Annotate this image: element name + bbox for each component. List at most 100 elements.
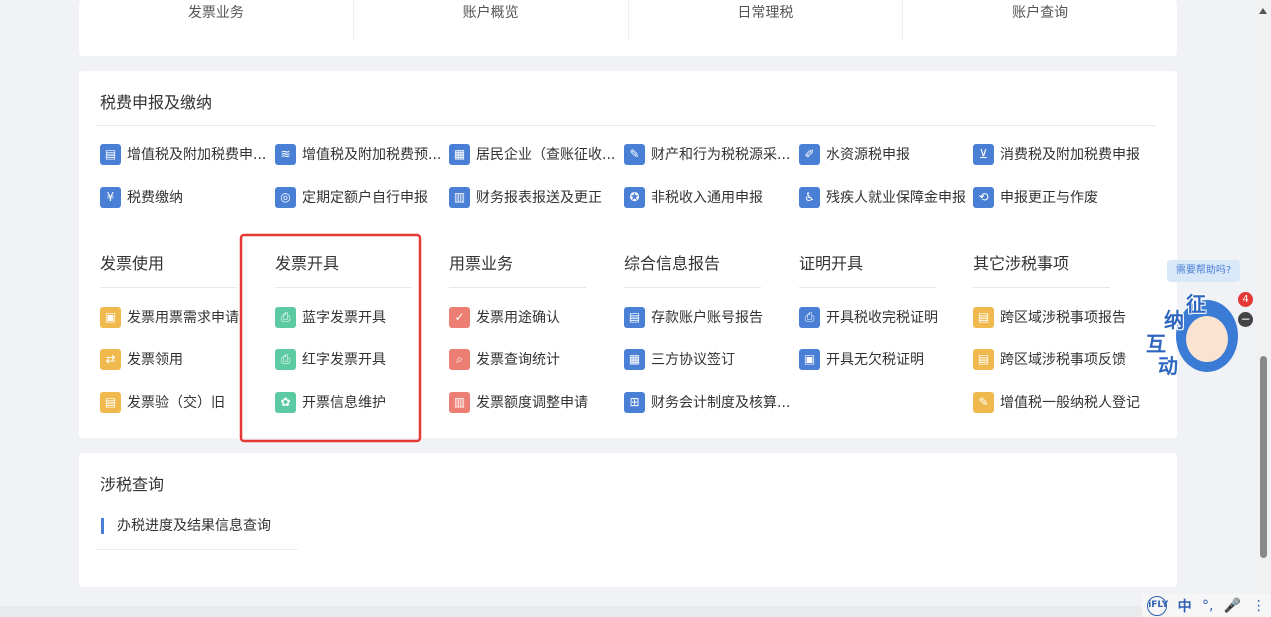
cat-item-invoice-demand[interactable]: ▣ 发票用票需求申请 (100, 305, 239, 329)
divider (973, 287, 1110, 288)
cat-item-label: 开具税收完税证明 (826, 310, 938, 326)
cat-item-label: 跨区域涉税事项反馈 (1000, 352, 1126, 368)
declaration-card: 税费申报及缴纳 ▤ 增值税及附加税费申... ≋ 增值税及附加税费预... ▦ … (79, 71, 1177, 438)
cat-item-label: 财务会计制度及核算... (651, 395, 791, 411)
cat-item-bank-account[interactable]: ▤ 存款账户账号报告 (624, 305, 763, 329)
decl-item-vat-prepay[interactable]: ≋ 增值税及附加税费预... (275, 142, 441, 166)
cat-item-label: 三方协议签订 (651, 352, 735, 368)
decl-item-label: 财产和行为税税源采... (651, 147, 791, 163)
decl-item-label: 增值税及附加税费预... (302, 147, 442, 163)
decl-item-tax-payment[interactable]: ¥ 税费缴纳 (100, 185, 183, 209)
decl-item-correction[interactable]: ⟲ 申报更正与作废 (973, 185, 1098, 209)
document-list-icon: ▤ (973, 306, 994, 328)
cat-item-label: 发票额度调整申请 (476, 395, 588, 411)
category-title-invoice-use: 发票使用 (100, 254, 165, 273)
edit-document-icon: ✎ (973, 391, 994, 413)
decl-item-label: 税费缴纳 (127, 190, 183, 206)
invoice-search-icon: ⌕ (449, 348, 470, 370)
divider (799, 287, 936, 288)
cat-item-invoice-info[interactable]: ✿ 开票信息维护 (275, 390, 386, 414)
cat-item-label: 发票查询统计 (476, 352, 560, 368)
decl-item-resident-enterprise[interactable]: ▦ 居民企业（查账征收... (449, 142, 615, 166)
punctuation-icon[interactable]: °, (1202, 598, 1213, 614)
divider (449, 287, 586, 288)
decl-item-fixed-quota[interactable]: ◎ 定期定额户自行申报 (275, 185, 428, 209)
mascot-char: 动 (1158, 354, 1178, 378)
ime-chinese-toggle[interactable]: 中 (1178, 596, 1192, 616)
settings-icon: ✿ (275, 391, 296, 413)
cat-item-invoice-verify[interactable]: ▤ 发票验（交）旧 (100, 390, 225, 414)
certificate-icon: ▣ (799, 348, 820, 370)
printer-icon: ⎙ (799, 306, 820, 328)
vertical-scrollbar[interactable] (1256, 0, 1271, 606)
edit-document-icon: ✎ (624, 143, 645, 165)
cat-item-red-invoice[interactable]: ⎙ 红字发票开具 (275, 347, 386, 371)
cat-item-blue-invoice[interactable]: ⎙ 蓝字发票开具 (275, 305, 386, 329)
decl-item-label: 财务报表报送及更正 (476, 190, 602, 206)
scrollbar-thumb[interactable] (1260, 356, 1267, 558)
report-icon: ▥ (449, 186, 470, 208)
help-bubble[interactable]: 需要帮助吗? (1167, 260, 1240, 282)
microphone-icon[interactable]: 🎤 (1224, 598, 1241, 614)
cat-item-invoice-receive[interactable]: ⇄ 发票领用 (100, 347, 183, 371)
top-nav-tabs: 发票业务 账户概览 日常理税 账户查询 (79, 0, 1177, 40)
layers-icon: ≋ (275, 143, 296, 165)
top-nav-card: 发票业务 账户概览 日常理税 账户查询 (79, 0, 1177, 56)
tab-daily-tax[interactable]: 日常理税 (629, 0, 904, 40)
mascot-char: 纳 (1164, 308, 1184, 332)
cat-item-no-arrears[interactable]: ▣ 开具无欠税证明 (799, 347, 924, 371)
decl-item-label: 消费税及附加税费申报 (1000, 147, 1140, 163)
basket-icon: ⊻ (973, 143, 994, 165)
cat-item-invoice-purpose[interactable]: ✓ 发票用途确认 (449, 305, 560, 329)
cat-item-vat-registration[interactable]: ✎ 增值税一般纳税人登记 (973, 390, 1140, 414)
document-list-icon: ▤ (973, 348, 994, 370)
cat-item-invoice-quota[interactable]: ▥ 发票额度调整申请 (449, 390, 588, 414)
decl-item-vat-surcharge[interactable]: ▤ 增值税及附加税费申... (100, 142, 266, 166)
tab-account-query[interactable]: 账户查询 (903, 0, 1177, 40)
wheelchair-icon: ♿ (799, 186, 820, 208)
decl-item-consumption-tax[interactable]: ⊻ 消费税及附加税费申报 (973, 142, 1140, 166)
mascot-char: 征 (1186, 292, 1206, 316)
divider (96, 125, 1156, 126)
tab-account-overview[interactable]: 账户概览 (354, 0, 629, 40)
cat-item-label: 蓝字发票开具 (302, 310, 386, 326)
section-title-declaration: 税费申报及缴纳 (100, 93, 213, 112)
query-card: 涉税查询 办税进度及结果信息查询 (79, 453, 1177, 587)
minimize-button[interactable]: − (1238, 312, 1253, 327)
assistant-mascot[interactable]: 征 纳 互 动 (1146, 292, 1240, 384)
ime-menu-icon[interactable]: ⋮ (1252, 598, 1266, 614)
category-title-invoice-business: 用票业务 (449, 254, 514, 273)
tab-invoice-business[interactable]: 发票业务 (79, 0, 354, 40)
cat-item-label: 增值税一般纳税人登记 (1000, 395, 1140, 411)
decl-item-label: 非税收入通用申报 (651, 190, 763, 206)
decl-item-disability-fund[interactable]: ♿ 残疾人就业保障金申报 (799, 185, 966, 209)
ifly-logo-icon[interactable]: iFLY (1147, 595, 1168, 616)
agreement-icon: ▦ (624, 348, 645, 370)
category-title-other: 其它涉税事项 (973, 254, 1070, 273)
divider (96, 549, 298, 550)
decl-item-water-resource[interactable]: ✐ 水资源税申报 (799, 142, 910, 166)
cat-item-tax-clearance[interactable]: ⎙ 开具税收完税证明 (799, 305, 938, 329)
cat-item-accounting-system[interactable]: ⊞ 财务会计制度及核算... (624, 390, 790, 414)
decl-item-label: 残疾人就业保障金申报 (826, 190, 966, 206)
query-item-progress[interactable]: 办税进度及结果信息查询 (101, 518, 271, 534)
decl-item-financial-report[interactable]: ▥ 财务报表报送及更正 (449, 185, 602, 209)
cat-item-tripartite[interactable]: ▦ 三方协议签订 (624, 347, 735, 371)
decl-item-label: 定期定额户自行申报 (302, 190, 428, 206)
water-document-icon: ✐ (799, 143, 820, 165)
scroll-up-arrow-icon[interactable] (1259, 8, 1267, 14)
decl-item-property-tax[interactable]: ✎ 财产和行为税税源采... (624, 142, 790, 166)
cat-item-invoice-stats[interactable]: ⌕ 发票查询统计 (449, 347, 560, 371)
divider (275, 287, 412, 288)
cat-item-cross-region-report[interactable]: ▤ 跨区域涉税事项报告 (973, 305, 1126, 329)
decl-item-label: 申报更正与作废 (1000, 190, 1098, 206)
cat-item-cross-region-feedback[interactable]: ▤ 跨区域涉税事项反馈 (973, 347, 1126, 371)
printer-icon: ⎙ (275, 306, 296, 328)
bottom-bar (0, 606, 1271, 617)
grid-icon: ⊞ (624, 391, 645, 413)
ime-toolbar: iFLY 中 °, 🎤 ⋮ (1142, 594, 1271, 617)
decl-item-label: 水资源税申报 (826, 147, 910, 163)
bank-document-icon: ▤ (624, 306, 645, 328)
decl-item-non-tax-income[interactable]: ✪ 非税收入通用申报 (624, 185, 763, 209)
decl-item-label: 增值税及附加税费申... (127, 147, 267, 163)
